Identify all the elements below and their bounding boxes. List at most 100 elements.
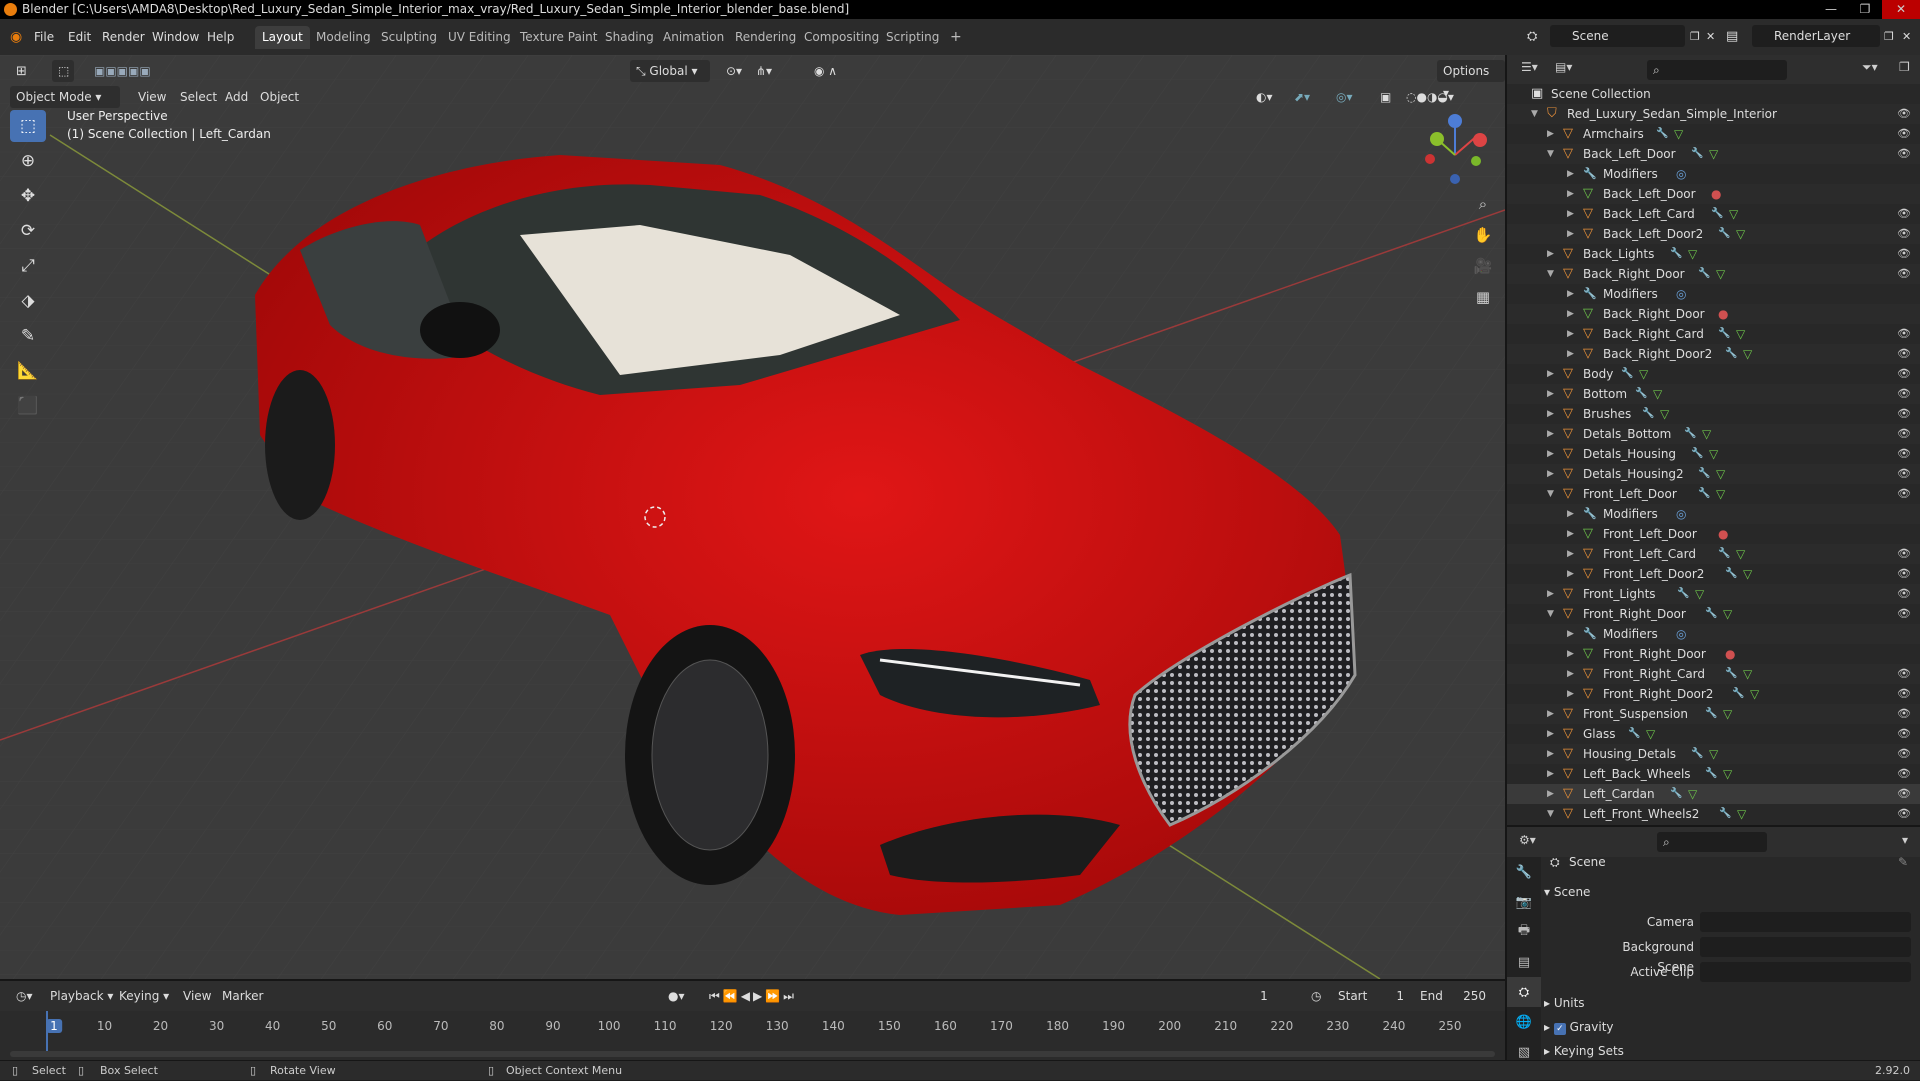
outliner-row[interactable]: ▶ ▽ Detals_Bottom 🔧 ▽ 👁 [1507,424,1920,444]
visibility-eye-icon[interactable]: 👁 [1897,764,1911,784]
mesh-data-icon[interactable]: ▽ [1674,124,1683,144]
cursor-tool-icon[interactable]: ⊕ [10,145,46,177]
mesh-data-icon[interactable]: ▽ [1688,244,1697,264]
mesh-data-icon[interactable]: ▽ [1723,704,1732,724]
visibility-eye-icon[interactable]: 👁 [1897,744,1911,764]
keying-menu[interactable]: Keying ▾ [113,985,175,1007]
scene-panel-header[interactable]: ▾ Scene [1544,882,1590,902]
outliner-editor-icon[interactable]: ☰▾ [1521,60,1538,74]
modifier-icon[interactable]: 🔧 [1628,724,1640,744]
units-panel-header[interactable]: ▸ Units [1544,993,1585,1013]
minimize-icon[interactable]: — [1814,0,1848,19]
expand-arrow-icon[interactable]: ▶ [1567,304,1574,324]
timeline-view-menu[interactable]: View [177,985,217,1007]
visibility-eye-icon[interactable]: 👁 [1897,564,1911,584]
outliner-row[interactable]: ▶ 🔧 Modifiers ◎ [1507,504,1920,524]
modifier-icon[interactable]: 🔧 [1725,344,1737,364]
visibility-eye-icon[interactable]: 👁 [1897,424,1911,444]
visibility-eye-icon[interactable]: 👁 [1897,384,1911,404]
visibility-eye-icon[interactable]: 👁 [1897,544,1911,564]
menu-file[interactable]: File [34,19,54,55]
mesh-data-icon[interactable]: ▽ [1660,404,1669,424]
modifier-icon[interactable]: 🔧 [1719,804,1731,824]
timeline-scrollbar[interactable] [10,1051,1495,1057]
modifier-icon[interactable]: 🔧 [1691,744,1703,764]
marker-menu[interactable]: Marker [216,985,269,1007]
tab-sculpting[interactable]: Sculpting [374,26,444,49]
outliner-row[interactable]: ▼ ▽ Front_Right_Door 🔧 ▽ 👁 [1507,604,1920,624]
maximize-icon[interactable]: ❐ [1848,0,1882,19]
expand-arrow-icon[interactable]: ▶ [1567,224,1574,244]
world-tab-icon[interactable]: 🌐 [1507,1007,1541,1037]
gizmo-y-axis[interactable] [1430,132,1444,146]
expand-arrow-icon[interactable]: ▶ [1547,764,1554,784]
expand-arrow-icon[interactable]: ▶ [1567,664,1574,684]
expand-arrow-icon[interactable]: ▶ [1547,364,1554,384]
modifier-wrench-icon[interactable]: ◎ [1676,504,1686,524]
outliner-row[interactable]: ▶ ▽ Left_Cardan 🔧 ▽ 👁 [1507,784,1920,804]
camera-view-icon[interactable]: 🎥 [1469,252,1497,280]
expand-arrow-icon[interactable]: ▶ [1547,744,1554,764]
visibility-eye-icon[interactable]: 👁 [1897,464,1911,484]
outliner-row[interactable]: ▼ ▽ Left_Front_Wheels2 🔧 ▽ 👁 [1507,804,1920,824]
viewport-menu-view[interactable]: View [132,86,172,108]
record-icon[interactable]: ●▾ [662,985,691,1007]
expand-arrow-icon[interactable]: ▶ [1567,644,1574,664]
viewport-menu-select[interactable]: Select [174,86,223,108]
timeline[interactable]: ◷▾ Playback ▾ Keying ▾ View Marker ●▾ ⏮⏪… [0,979,1505,1060]
modifier-icon[interactable]: 🔧 [1718,324,1730,344]
outliner-row[interactable]: ▶ ▽ Front_Right_Card 🔧 ▽ 👁 [1507,664,1920,684]
xray-toggle-icon[interactable]: ▣ [1374,86,1397,108]
modifier-icon[interactable]: 🔧 [1732,684,1744,704]
visibility-eye-icon[interactable]: 👁 [1897,264,1911,284]
outliner-row[interactable]: ▼ ▽ Front_Left_Door 🔧 ▽ 👁 [1507,484,1920,504]
tab-rendering[interactable]: Rendering [728,26,803,49]
outliner-row[interactable]: ▶ ▽ Body 🔧 ▽ 👁 [1507,364,1920,384]
modifier-wrench-icon[interactable]: ◎ [1676,164,1686,184]
modifier-icon[interactable]: 🔧 [1698,464,1710,484]
keying-sets-panel-header[interactable]: ▸ Keying Sets [1544,1041,1624,1061]
active-clip-field[interactable] [1700,962,1911,982]
visibility-eye-icon[interactable]: 👁 [1897,484,1911,504]
modifier-icon[interactable]: 🔧 [1691,144,1703,164]
transform-orientation-dropdown[interactable]: ⤡ Global ▾ [630,60,710,82]
background-scene-field[interactable] [1700,937,1911,957]
annotate-tool-icon[interactable]: ✎ [10,320,46,352]
expand-arrow-icon[interactable]: ▶ [1547,244,1554,264]
visibility-eye-icon[interactable]: 👁 [1897,104,1911,124]
3d-viewport[interactable] [0,55,1505,979]
expand-arrow-icon[interactable]: ▶ [1567,564,1574,584]
material-icon[interactable]: ● [1711,184,1721,204]
outliner-row[interactable]: ▶ ▽ Front_Left_Door ● [1507,524,1920,544]
visibility-eye-icon[interactable]: 👁 [1897,244,1911,264]
expand-arrow-icon[interactable]: ▶ [1567,344,1574,364]
output-tab-icon[interactable]: 🖶 [1507,917,1541,947]
menu-help[interactable]: Help [207,19,234,55]
outliner-row[interactable]: ▶ ▽ Front_Suspension 🔧 ▽ 👁 [1507,704,1920,724]
display-mode-icon[interactable]: ▤▾ [1555,60,1572,74]
proportional-editing-icon[interactable]: ◉ ∧ [808,60,843,82]
close-icon[interactable]: ✕ [1882,0,1920,19]
mesh-data-icon[interactable]: ▽ [1695,584,1704,604]
select-tool-icon[interactable]: ⬚ [52,60,74,82]
gizmo-x-axis[interactable] [1473,133,1487,147]
modifier-icon[interactable]: 🔧 [1698,484,1710,504]
tab-uv-editing[interactable]: UV Editing [441,26,518,49]
expand-arrow-icon[interactable]: ▼ [1531,104,1538,124]
visibility-eye-icon[interactable]: 👁 [1897,784,1911,804]
modifier-icon[interactable]: 🔧 [1705,704,1717,724]
visibility-eye-icon[interactable]: 👁 [1897,724,1911,744]
viewport-menu-add[interactable]: Add [219,86,254,108]
gravity-checkbox[interactable]: ✓ [1553,1023,1566,1035]
visibility-eye-icon[interactable]: 👁 [1897,364,1911,384]
add-cube-tool-icon[interactable]: ⬛ [10,390,46,422]
expand-arrow-icon[interactable]: ▶ [1547,404,1554,424]
outliner-row[interactable]: ▶ ▽ Brushes 🔧 ▽ 👁 [1507,404,1920,424]
select-box-icon[interactable]: ⬚ [10,110,46,142]
expand-arrow-icon[interactable]: ▶ [1567,624,1574,644]
pivot-point-icon[interactable]: ⊙▾ [720,60,748,82]
mesh-data-icon[interactable]: ▽ [1702,424,1711,444]
mesh-data-icon[interactable]: ▽ [1653,384,1662,404]
outliner-collection[interactable]: ▼ ⛉ Red_Luxury_Sedan_Simple_Interior 👁 [1507,104,1920,124]
modifier-icon[interactable]: 🔧 [1725,564,1737,584]
